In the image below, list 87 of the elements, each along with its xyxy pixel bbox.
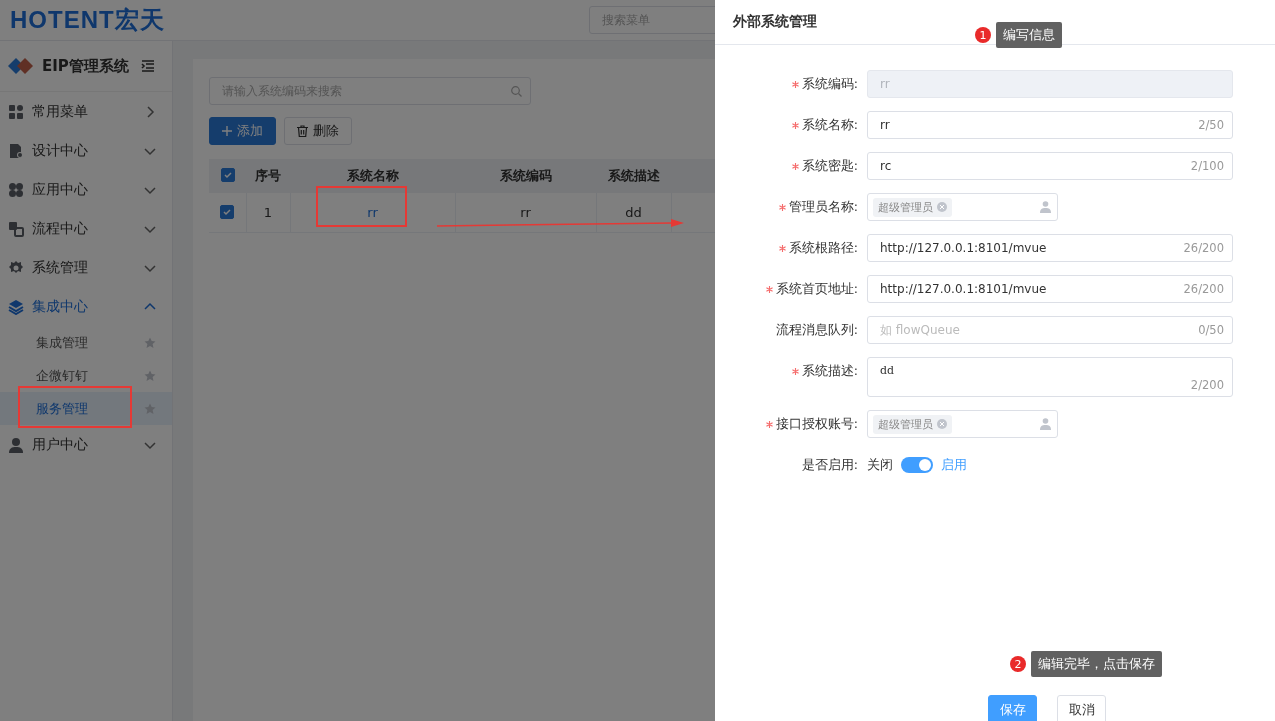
menu-icon xyxy=(8,142,24,159)
table-cell: 1 xyxy=(246,193,290,233)
cancel-button[interactable]: 取消 xyxy=(1057,695,1106,721)
field-label: 是否启用: xyxy=(801,456,858,474)
step-number-badge: 2 xyxy=(1010,656,1026,672)
text-field[interactable]: rc 2/100 xyxy=(867,152,1233,180)
submenu-item[interactable]: 集成管理 xyxy=(0,326,172,359)
field-label: 管理员名称: xyxy=(788,198,858,216)
field-label: 系统名称: xyxy=(801,116,858,134)
menu-item[interactable]: 集成中心 xyxy=(0,287,172,326)
field-label: 系统首页地址: xyxy=(775,280,858,298)
table-cell: rr xyxy=(455,193,596,233)
add-button[interactable]: 添加 xyxy=(209,117,276,145)
trash-icon xyxy=(297,125,308,137)
user-icon[interactable] xyxy=(1040,418,1051,430)
toggle-switch[interactable] xyxy=(901,457,933,473)
menu-icon xyxy=(8,259,24,276)
char-count: 26/200 xyxy=(1183,241,1224,255)
menu-item[interactable]: 设计中心 xyxy=(0,131,172,170)
user-select-field[interactable]: 超级管理员 xyxy=(867,410,1058,438)
close-icon[interactable] xyxy=(937,419,947,429)
search-icon[interactable] xyxy=(511,85,522,97)
menu-item[interactable]: 常用菜单 xyxy=(0,92,172,131)
logo-icon xyxy=(8,58,34,74)
callout-tooltip: 编辑完毕，点击保存 xyxy=(1031,651,1162,677)
chevron-icon xyxy=(144,105,156,118)
submenu-item[interactable]: 企微钉钉 xyxy=(0,359,172,392)
menu-icon xyxy=(8,181,24,198)
checkbox[interactable] xyxy=(220,204,235,219)
char-count: 2/50 xyxy=(1198,118,1224,132)
switch-on-label: 启用 xyxy=(941,456,967,474)
text-field[interactable]: http://127.0.0.1:8101/mvue 26/200 xyxy=(867,275,1233,303)
text-field[interactable]: 如 flowQueue 0/50 xyxy=(867,316,1233,344)
check-icon xyxy=(221,169,234,181)
menu-item[interactable]: 系统管理 xyxy=(0,248,172,287)
textarea-field[interactable]: dd 2/200 xyxy=(867,357,1233,397)
text-field[interactable]: http://127.0.0.1:8101/mvue 26/200 xyxy=(867,234,1233,262)
text-field[interactable]: rr 2/50 xyxy=(867,111,1233,139)
callout-tooltip: 编写信息 xyxy=(996,22,1062,48)
submenu-item[interactable]: 服务管理 xyxy=(0,392,172,425)
field-value: rc xyxy=(880,159,892,173)
field-value: http://127.0.0.1:8101/mvue xyxy=(880,282,1047,296)
column-header: 系统描述 xyxy=(596,159,671,193)
field-label: 接口授权账号: xyxy=(775,415,858,433)
checkbox[interactable] xyxy=(220,168,235,182)
char-count: 2/200 xyxy=(1190,378,1224,392)
star-icon[interactable] xyxy=(144,336,156,349)
field-label: 流程消息队列: xyxy=(775,321,858,339)
switch-off-label: 关闭 xyxy=(867,456,893,474)
field-value: rr xyxy=(880,118,890,132)
char-count: 0/50 xyxy=(1198,323,1224,337)
step-number-badge: 1 xyxy=(975,27,991,43)
user-tag: 超级管理员 xyxy=(873,197,952,217)
menu-item[interactable]: 应用中心 xyxy=(0,170,172,209)
table-link[interactable]: rr xyxy=(290,193,455,233)
field-label: 系统密匙: xyxy=(801,157,858,175)
field-value: dd xyxy=(880,364,895,377)
close-icon[interactable] xyxy=(937,202,947,212)
menu-icon xyxy=(8,298,24,315)
menu-item[interactable]: 流程中心 xyxy=(0,209,172,248)
field-value: http://127.0.0.1:8101/mvue xyxy=(880,241,1047,255)
delete-button[interactable]: 删除 xyxy=(284,117,352,145)
table-cell: dd xyxy=(596,193,671,233)
user-icon[interactable] xyxy=(1040,201,1051,213)
field-label: 系统根路径: xyxy=(788,239,858,257)
char-count: 2/100 xyxy=(1190,159,1224,173)
user-tag: 超级管理员 xyxy=(873,414,952,434)
user-select-field[interactable]: 超级管理员 xyxy=(867,193,1058,221)
column-header: 序号 xyxy=(246,159,290,193)
menu-item[interactable]: 用户中心 xyxy=(0,425,172,464)
drawer-title: 外部系统管理 xyxy=(733,13,817,31)
field-placeholder: 如 flowQueue xyxy=(880,321,960,339)
menu-icon xyxy=(8,103,24,120)
menu-collapse-icon[interactable] xyxy=(141,60,154,72)
app-title: EIP管理系统 xyxy=(42,56,130,76)
plus-icon xyxy=(222,126,232,136)
star-icon[interactable] xyxy=(144,369,156,382)
field-label: 系统编码: xyxy=(801,75,858,93)
field-value: rr xyxy=(880,77,890,91)
save-button[interactable]: 保存 xyxy=(988,695,1037,721)
menu-icon xyxy=(8,436,24,453)
logo: HOTENT宏天 xyxy=(10,5,165,35)
field-label: 系统描述: xyxy=(801,362,858,380)
char-count: 26/200 xyxy=(1183,282,1224,296)
column-header: 系统名称 xyxy=(290,159,455,193)
menu-icon xyxy=(8,220,24,237)
column-header: 系统编码 xyxy=(455,159,596,193)
